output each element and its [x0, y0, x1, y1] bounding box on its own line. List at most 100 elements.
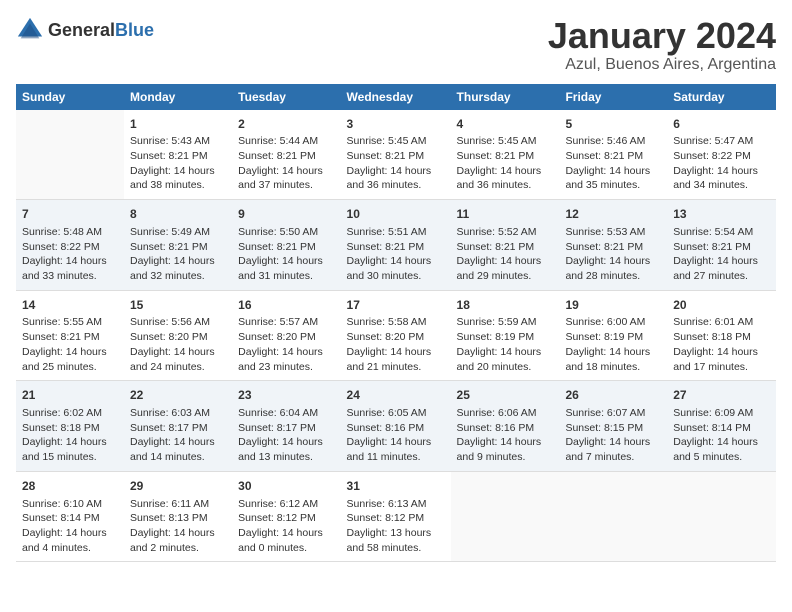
day-info-line: and 33 minutes.: [22, 269, 118, 284]
day-info-line: Daylight: 14 hours: [565, 435, 661, 450]
day-info-line: and 24 minutes.: [130, 360, 226, 375]
day-number: 8: [130, 206, 226, 223]
day-info-line: Sunset: 8:21 PM: [22, 330, 118, 345]
day-info-line: Sunset: 8:21 PM: [565, 149, 661, 164]
day-info-line: Daylight: 14 hours: [673, 345, 770, 360]
calendar-cell: 17Sunrise: 5:58 AMSunset: 8:20 PMDayligh…: [341, 290, 451, 381]
page-header: GeneralBlue January 2024 Azul, Buenos Ai…: [16, 16, 776, 74]
day-number: 12: [565, 206, 661, 223]
calendar-cell: 14Sunrise: 5:55 AMSunset: 8:21 PMDayligh…: [16, 290, 124, 381]
day-info-line: and 5 minutes.: [673, 450, 770, 465]
calendar-cell: 20Sunrise: 6:01 AMSunset: 8:18 PMDayligh…: [667, 290, 776, 381]
day-info-line: Sunrise: 6:05 AM: [347, 406, 445, 421]
day-number: 29: [130, 478, 226, 495]
day-info-line: Sunrise: 5:43 AM: [130, 134, 226, 149]
calendar-cell: 28Sunrise: 6:10 AMSunset: 8:14 PMDayligh…: [16, 471, 124, 562]
day-number: 5: [565, 116, 661, 133]
day-info-line: Sunrise: 5:53 AM: [565, 225, 661, 240]
calendar-cell: 1Sunrise: 5:43 AMSunset: 8:21 PMDaylight…: [124, 110, 232, 200]
header-saturday: Saturday: [667, 84, 776, 110]
day-number: 1: [130, 116, 226, 133]
day-info-line: Sunrise: 5:56 AM: [130, 315, 226, 330]
day-info-line: and 20 minutes.: [457, 360, 554, 375]
calendar-cell: 9Sunrise: 5:50 AMSunset: 8:21 PMDaylight…: [232, 200, 340, 291]
day-number: 15: [130, 297, 226, 314]
day-info-line: and 28 minutes.: [565, 269, 661, 284]
day-info-line: Sunrise: 5:54 AM: [673, 225, 770, 240]
day-info-line: Sunrise: 5:59 AM: [457, 315, 554, 330]
day-info-line: and 36 minutes.: [457, 178, 554, 193]
calendar-cell: 6Sunrise: 5:47 AMSunset: 8:22 PMDaylight…: [667, 110, 776, 200]
day-info-line: Sunrise: 6:09 AM: [673, 406, 770, 421]
day-info-line: Sunrise: 5:44 AM: [238, 134, 334, 149]
day-info-line: Sunrise: 6:10 AM: [22, 497, 118, 512]
calendar-cell: 8Sunrise: 5:49 AMSunset: 8:21 PMDaylight…: [124, 200, 232, 291]
day-info-line: and 9 minutes.: [457, 450, 554, 465]
day-number: 21: [22, 387, 118, 404]
day-info-line: Sunset: 8:20 PM: [130, 330, 226, 345]
calendar-cell: 24Sunrise: 6:05 AMSunset: 8:16 PMDayligh…: [341, 381, 451, 472]
day-info-line: Sunset: 8:13 PM: [130, 511, 226, 526]
day-number: 23: [238, 387, 334, 404]
day-number: 31: [347, 478, 445, 495]
day-info-line: Sunset: 8:21 PM: [130, 149, 226, 164]
day-info-line: Sunrise: 5:58 AM: [347, 315, 445, 330]
day-info-line: and 21 minutes.: [347, 360, 445, 375]
day-info-line: Sunrise: 5:52 AM: [457, 225, 554, 240]
day-info-line: Daylight: 14 hours: [22, 345, 118, 360]
day-info-line: Daylight: 14 hours: [673, 254, 770, 269]
calendar-cell: 23Sunrise: 6:04 AMSunset: 8:17 PMDayligh…: [232, 381, 340, 472]
day-info-line: and 18 minutes.: [565, 360, 661, 375]
day-info-line: Sunrise: 6:11 AM: [130, 497, 226, 512]
day-info-line: Daylight: 14 hours: [130, 164, 226, 179]
day-info-line: Daylight: 14 hours: [565, 164, 661, 179]
day-number: 27: [673, 387, 770, 404]
logo-text: GeneralBlue: [48, 20, 154, 41]
day-info-line: and 13 minutes.: [238, 450, 334, 465]
day-info-line: and 23 minutes.: [238, 360, 334, 375]
day-info-line: and 35 minutes.: [565, 178, 661, 193]
day-info-line: and 34 minutes.: [673, 178, 770, 193]
day-info-line: Sunrise: 5:57 AM: [238, 315, 334, 330]
day-info-line: and 36 minutes.: [347, 178, 445, 193]
day-number: 22: [130, 387, 226, 404]
calendar-cell: 18Sunrise: 5:59 AMSunset: 8:19 PMDayligh…: [451, 290, 560, 381]
title-block: January 2024 Azul, Buenos Aires, Argenti…: [548, 16, 776, 74]
day-info-line: Daylight: 14 hours: [130, 526, 226, 541]
day-number: 2: [238, 116, 334, 133]
day-info-line: Sunset: 8:16 PM: [457, 421, 554, 436]
header-wednesday: Wednesday: [341, 84, 451, 110]
day-info-line: Sunset: 8:14 PM: [673, 421, 770, 436]
day-number: 4: [457, 116, 554, 133]
day-number: 7: [22, 206, 118, 223]
day-number: 25: [457, 387, 554, 404]
calendar-cell: 16Sunrise: 5:57 AMSunset: 8:20 PMDayligh…: [232, 290, 340, 381]
day-number: 30: [238, 478, 334, 495]
day-number: 16: [238, 297, 334, 314]
day-info-line: and 58 minutes.: [347, 541, 445, 556]
day-info-line: and 7 minutes.: [565, 450, 661, 465]
day-number: 13: [673, 206, 770, 223]
header-tuesday: Tuesday: [232, 84, 340, 110]
calendar-cell: [451, 471, 560, 562]
header-thursday: Thursday: [451, 84, 560, 110]
calendar-cell: 15Sunrise: 5:56 AMSunset: 8:20 PMDayligh…: [124, 290, 232, 381]
day-info-line: Daylight: 14 hours: [238, 164, 334, 179]
day-number: 11: [457, 206, 554, 223]
day-info-line: Daylight: 14 hours: [130, 254, 226, 269]
day-info-line: Sunset: 8:22 PM: [673, 149, 770, 164]
calendar-week-row: 14Sunrise: 5:55 AMSunset: 8:21 PMDayligh…: [16, 290, 776, 381]
day-info-line: Daylight: 14 hours: [457, 254, 554, 269]
logo-icon: [16, 16, 44, 44]
day-info-line: Daylight: 14 hours: [238, 254, 334, 269]
day-info-line: Sunrise: 5:45 AM: [347, 134, 445, 149]
day-info-line: Sunset: 8:21 PM: [457, 149, 554, 164]
day-info-line: and 31 minutes.: [238, 269, 334, 284]
day-info-line: and 2 minutes.: [130, 541, 226, 556]
calendar-week-row: 21Sunrise: 6:02 AMSunset: 8:18 PMDayligh…: [16, 381, 776, 472]
day-info-line: and 4 minutes.: [22, 541, 118, 556]
calendar-week-row: 7Sunrise: 5:48 AMSunset: 8:22 PMDaylight…: [16, 200, 776, 291]
day-info-line: Sunset: 8:21 PM: [238, 240, 334, 255]
calendar-week-row: 1Sunrise: 5:43 AMSunset: 8:21 PMDaylight…: [16, 110, 776, 200]
day-info-line: Sunrise: 6:04 AM: [238, 406, 334, 421]
